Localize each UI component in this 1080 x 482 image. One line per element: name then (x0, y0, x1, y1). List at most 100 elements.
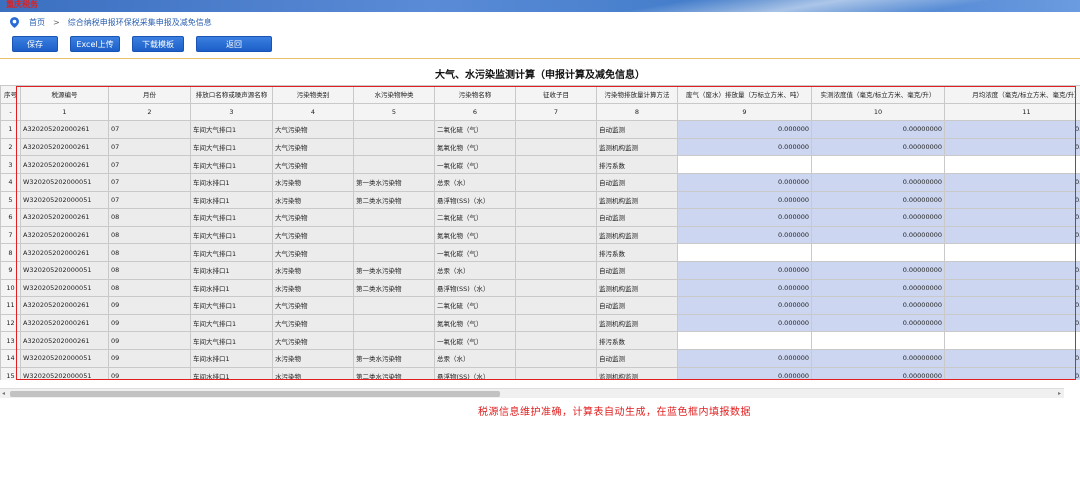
annotation-note: 税源信息维护准确，计算表自动生成，在蓝色框内填报数据 (478, 407, 751, 418)
table-cell: 自动监测 (596, 208, 678, 227)
table-row: 12 A320205202000261 09 车间大气排口1 大气污染物 氮氧化物（气） 监… (0, 313, 1080, 333)
input-cell[interactable]: 0.000000 (944, 208, 1080, 227)
input-cell[interactable]: 0.00000000 (811, 208, 945, 227)
input-cell[interactable]: 0.000000 (677, 313, 812, 333)
table-cell: 水污染物 (272, 348, 354, 368)
input-cell[interactable]: 0.000000 (677, 225, 812, 245)
table-cell: 车间大气排口1 (190, 331, 273, 350)
table-cell (353, 155, 435, 174)
input-cell[interactable]: 0.000000 (944, 190, 1080, 210)
input-cell[interactable]: 0.00000000 (811, 190, 945, 210)
breadcrumb-home-link[interactable]: 首页 (29, 17, 45, 28)
table-row: 15 W320205202000051 09 车间水排口1 水污染物 第二类水污染物 悬浮物… (0, 366, 1080, 380)
input-cell[interactable]: 0.00000000 (811, 366, 945, 380)
input-cell[interactable]: 0.000000 (677, 348, 812, 368)
row-index: 9 (0, 260, 21, 280)
table-row: 4 W320205202000051 07 车间水排口1 水污染物 第一类水污染物 总汞（水… (0, 172, 1080, 192)
input-cell[interactable]: 0.000000 (944, 137, 1080, 157)
input-cell[interactable]: 0.000000 (677, 190, 812, 210)
input-cell[interactable]: 0.00000000 (811, 260, 945, 280)
column-header: 污染物类别 (272, 85, 354, 104)
table-row: 5 W320205202000051 07 车间水排口1 水污染物 第二类水污染物 悬浮物(… (0, 190, 1080, 210)
data-grid[interactable]: 序号 税源编号 月份 排放口名称或噪声源名称 污染物类别 水污染物种类 污染物名称 征收子目污… (0, 85, 1080, 380)
input-cell[interactable]: 0.000000 (944, 366, 1080, 380)
horizontal-scrollbar[interactable]: ◂ ▸ (0, 388, 1064, 398)
table-cell (353, 296, 435, 315)
table-cell: 水污染物 (272, 366, 354, 380)
table-cell: 车间水排口1 (190, 278, 273, 298)
table-cell: A320205202000261 (20, 120, 109, 139)
scroll-thumb[interactable] (10, 391, 500, 397)
table-cell: 09 (108, 331, 191, 350)
input-cell[interactable]: 0.000000 (677, 366, 812, 380)
table-row: 7 A320205202000261 08 车间大气排口1 大气污染物 氮氧化物（气） 监测… (0, 225, 1080, 245)
table-cell (515, 243, 597, 262)
header-divider (0, 58, 1080, 59)
breadcrumb-current[interactable]: 综合纳税申报环保税采集申报及减免信息 (68, 17, 212, 28)
table-cell: 氮氧化物（气） (434, 225, 516, 245)
input-cell[interactable]: 0.00000000 (811, 313, 945, 333)
input-cell (944, 331, 1080, 350)
input-cell[interactable]: 0.000000 (944, 278, 1080, 298)
table-cell: 08 (108, 243, 191, 262)
input-cell[interactable]: 0.00000000 (811, 137, 945, 157)
table-cell: 08 (108, 260, 191, 280)
save-button[interactable]: 保存 (12, 36, 58, 52)
column-number: 2 (108, 102, 191, 122)
table-cell: 自动监测 (596, 348, 678, 368)
input-cell (811, 155, 945, 174)
table-header-row: 序号 税源编号 月份 排放口名称或噪声源名称 污染物类别 水污染物种类 污染物名称 征收子目污… (0, 85, 1080, 104)
column-header: 月均浓度（毫克/标立方米、毫克/升） (944, 85, 1080, 104)
table-cell: 总汞（水） (434, 348, 516, 368)
input-cell[interactable]: 0.00000000 (811, 278, 945, 298)
table-cell: 大气污染物 (272, 155, 354, 174)
input-cell (811, 331, 945, 350)
column-header: 实测浓度值（毫克/标立方米、毫克/升） (811, 85, 945, 104)
input-cell[interactable]: 0.00000000 (811, 120, 945, 139)
table-cell: 二氧化硫（气） (434, 120, 516, 139)
table-cell: A320205202000261 (20, 225, 109, 245)
input-cell[interactable]: 0.000000 (677, 137, 812, 157)
download-template-button[interactable]: 下载模板 (132, 36, 184, 52)
row-index: 7 (0, 225, 21, 245)
column-number: 8 (596, 102, 678, 122)
table-cell: 监测机构监测 (596, 225, 678, 245)
table-cell: A320205202000261 (20, 155, 109, 174)
scroll-right-icon[interactable]: ▸ (1058, 390, 1061, 397)
input-cell (677, 155, 812, 174)
input-cell[interactable]: 0.000000 (677, 296, 812, 315)
input-cell[interactable]: 0.000000 (677, 172, 812, 192)
input-cell[interactable]: 0.000000 (944, 348, 1080, 368)
input-cell[interactable]: 0.000000 (944, 225, 1080, 245)
input-cell[interactable]: 0.000000 (677, 120, 812, 139)
input-cell[interactable]: 0.000000 (944, 120, 1080, 139)
row-index: 13 (0, 331, 21, 350)
table-cell: 水污染物 (272, 278, 354, 298)
table-cell: 二氧化硫（气） (434, 296, 516, 315)
input-cell[interactable]: 0.00000000 (811, 225, 945, 245)
table-cell (515, 225, 597, 245)
excel-upload-button[interactable]: Excel上传 (70, 36, 120, 52)
row-index: 15 (0, 366, 21, 380)
input-cell[interactable]: 0.00000000 (811, 172, 945, 192)
input-cell[interactable]: 0.000000 (944, 260, 1080, 280)
table-cell: 车间大气排口1 (190, 137, 273, 157)
scroll-left-icon[interactable]: ◂ (2, 390, 5, 397)
input-cell[interactable]: 0.000000 (944, 313, 1080, 333)
input-cell[interactable]: 0.000000 (677, 208, 812, 227)
table-cell (353, 120, 435, 139)
table-row: 13 A320205202000261 09 车间大气排口1 大气污染物 一氧化碳（气） 排… (0, 331, 1080, 350)
back-button[interactable]: 返回 (196, 36, 272, 52)
input-cell[interactable]: 0.000000 (944, 296, 1080, 315)
table-cell: 09 (108, 366, 191, 380)
input-cell[interactable]: 0.00000000 (811, 348, 945, 368)
input-cell[interactable]: 0.000000 (944, 172, 1080, 192)
table-cell (515, 366, 597, 380)
input-cell[interactable]: 0.000000 (677, 278, 812, 298)
column-header: 序号 (0, 85, 21, 104)
input-cell[interactable]: 0.000000 (677, 260, 812, 280)
table-cell: A320205202000261 (20, 243, 109, 262)
table-cell: 第一类水污染物 (353, 348, 435, 368)
input-cell[interactable]: 0.00000000 (811, 296, 945, 315)
row-index: 1 (0, 120, 21, 139)
